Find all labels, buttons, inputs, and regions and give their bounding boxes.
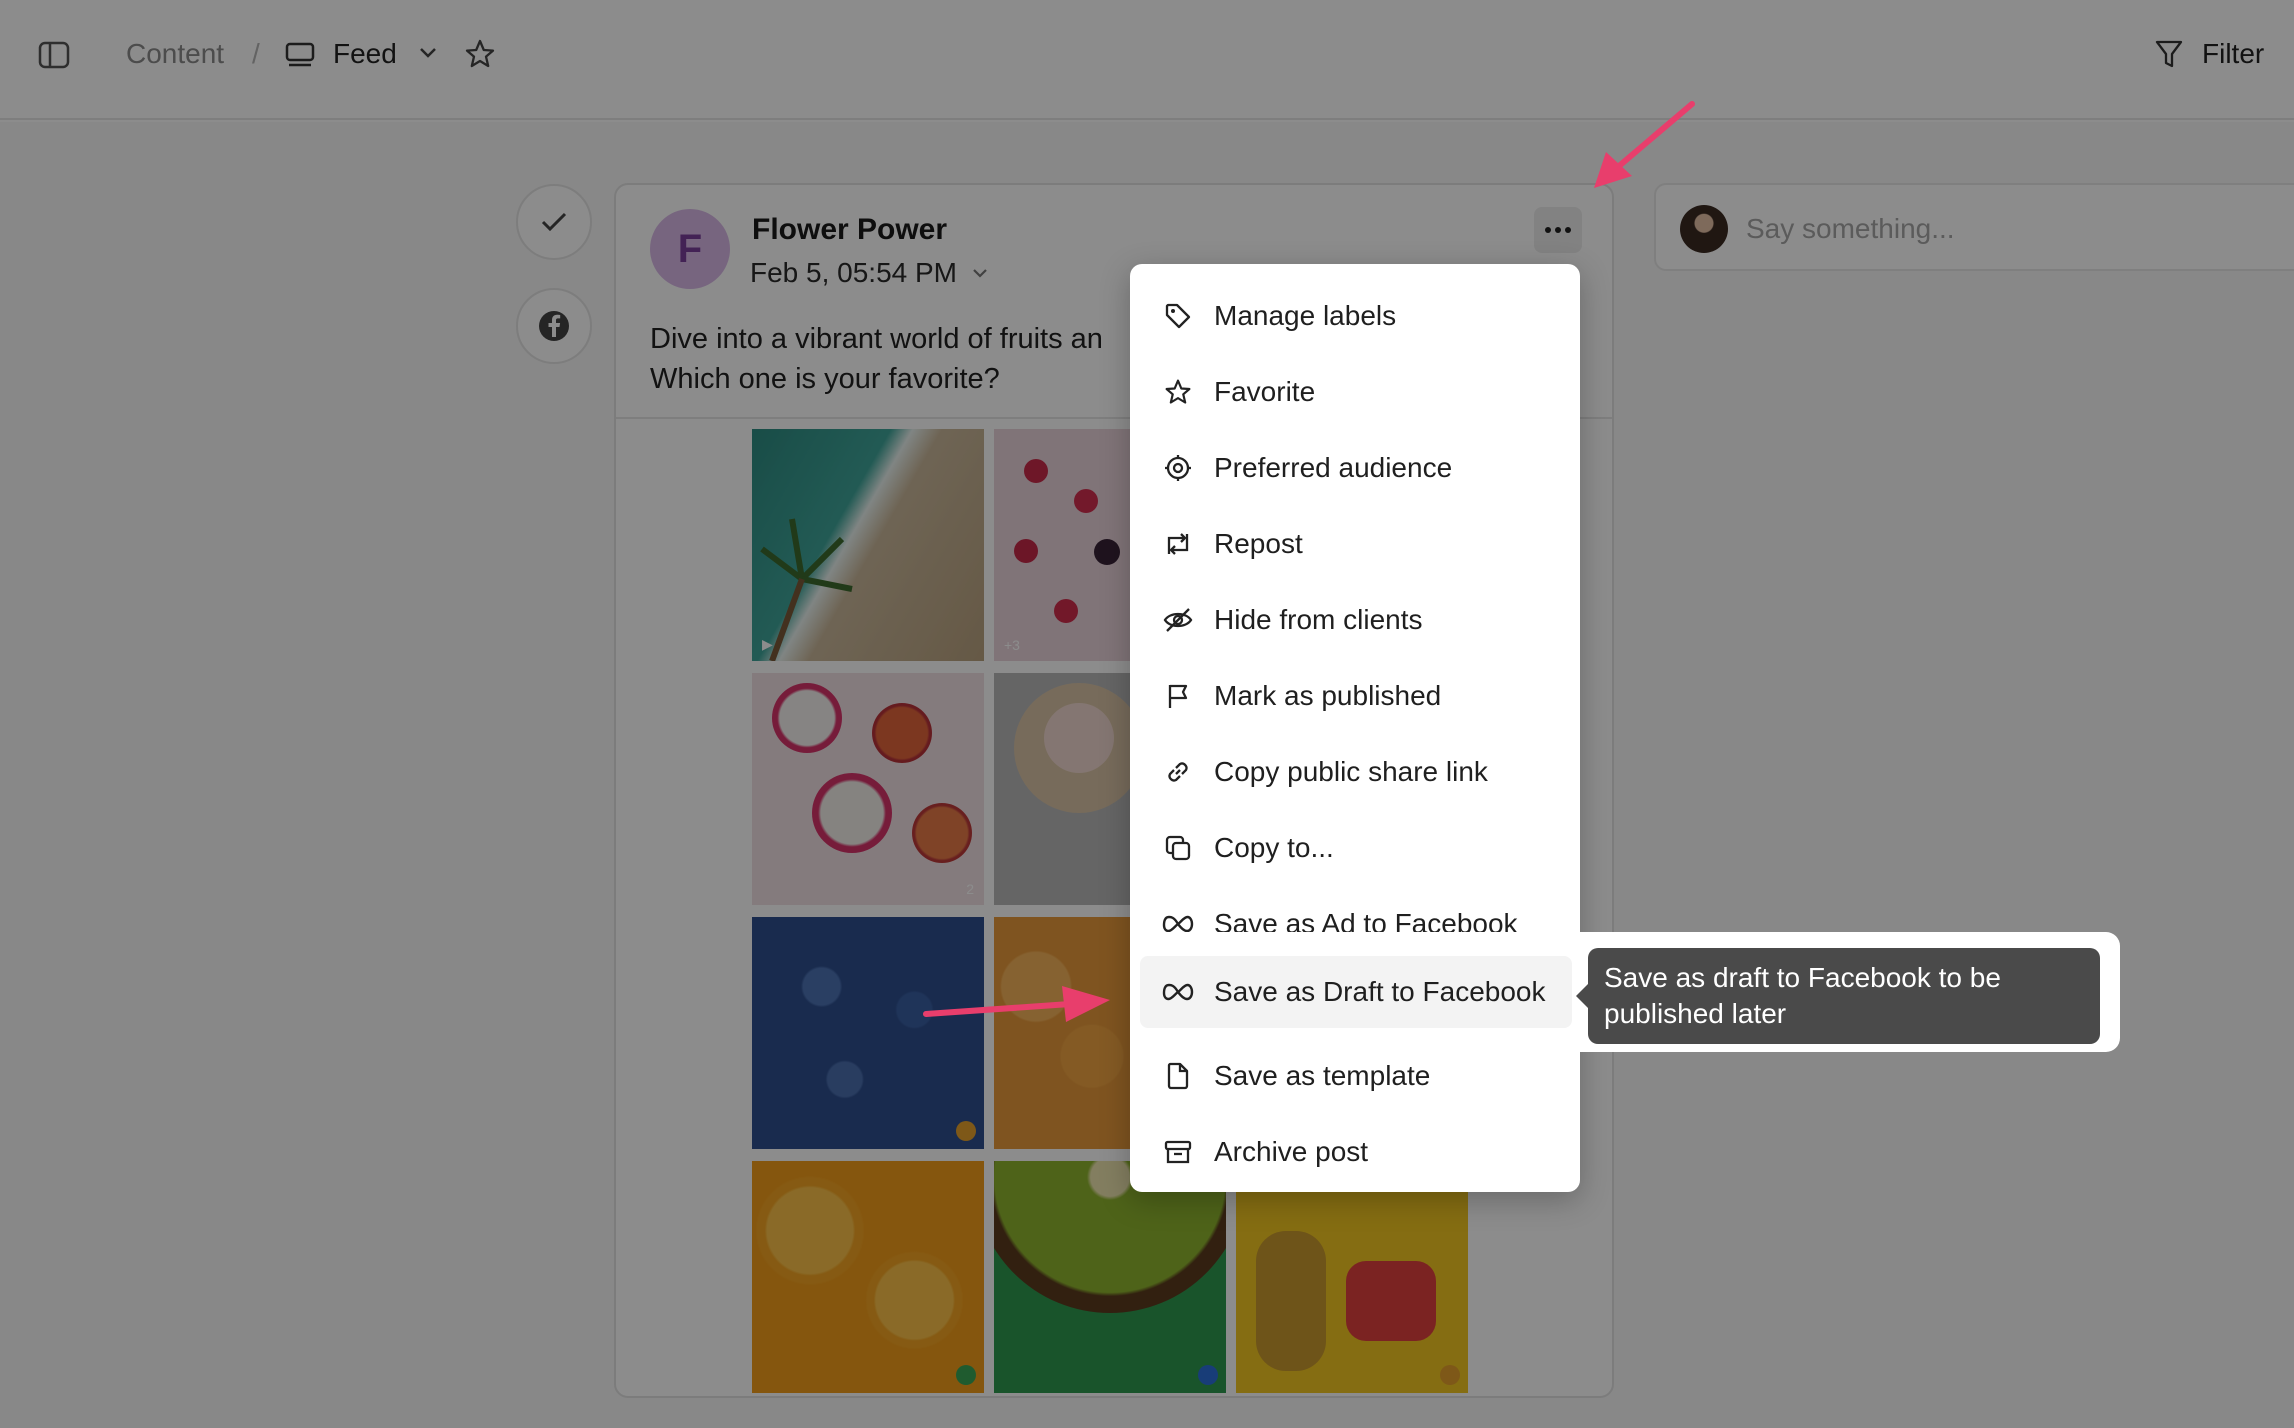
eye-off-icon: [1162, 604, 1194, 636]
meta-icon: [1162, 976, 1194, 1008]
menu-item-manage-labels[interactable]: Manage labels: [1138, 280, 1572, 352]
link-icon: [1162, 756, 1194, 788]
menu-item-mark-as-published[interactable]: Mark as published: [1138, 660, 1572, 732]
tooltip: Save as draft to Facebook to be publishe…: [1576, 948, 2100, 1044]
tooltip-line: published later: [1604, 998, 1787, 1029]
menu-item-favorite[interactable]: Favorite: [1138, 356, 1572, 428]
menu-item-copy-to[interactable]: Copy to...: [1138, 812, 1572, 884]
file-icon: [1162, 1060, 1194, 1092]
menu-item-copy-share-link[interactable]: Copy public share link: [1138, 736, 1572, 808]
menu-item-save-as-draft[interactable]: Save as Draft to Facebook: [1140, 956, 1572, 1028]
tooltip-line: Save as draft to Facebook to be: [1604, 962, 2001, 993]
menu-item-archive-post[interactable]: Archive post: [1138, 1116, 1572, 1188]
target-icon: [1162, 452, 1194, 484]
repost-icon: [1162, 528, 1194, 560]
menu-item-preferred-audience[interactable]: Preferred audience: [1138, 432, 1572, 504]
archive-icon: [1162, 1136, 1194, 1168]
menu-item-repost[interactable]: Repost: [1138, 508, 1572, 580]
highlight-callout: Save as Draft to Facebook Save as draft …: [1130, 932, 2120, 1052]
flag-icon: [1162, 680, 1194, 712]
copy-icon: [1162, 832, 1194, 864]
menu-item-hide-from-clients[interactable]: Hide from clients: [1138, 584, 1572, 656]
post-options-menu: Manage labels Favorite Preferred audienc…: [1130, 264, 1580, 1192]
tag-icon: [1162, 300, 1194, 332]
star-icon: [1162, 376, 1194, 408]
